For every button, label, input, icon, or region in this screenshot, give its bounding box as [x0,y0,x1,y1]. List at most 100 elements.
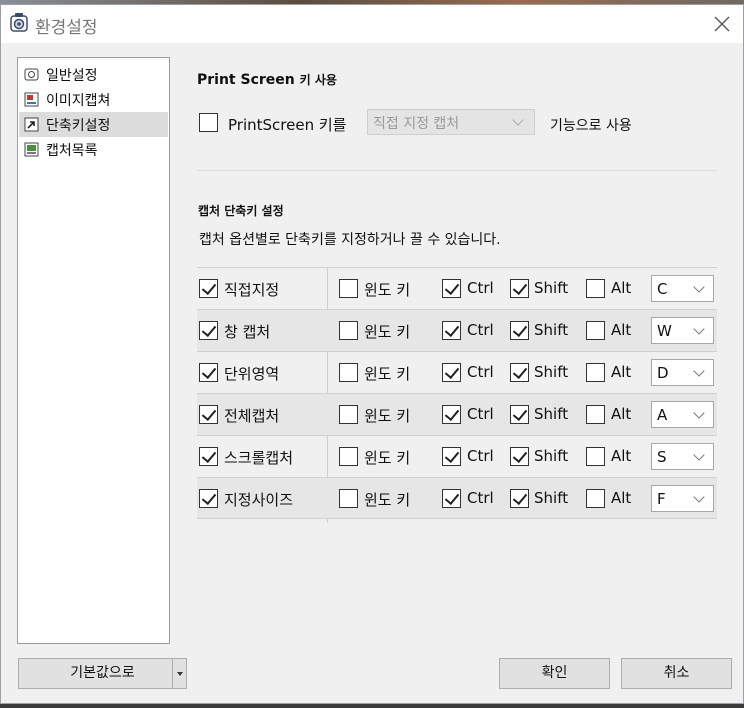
shortcut-icon [24,117,39,132]
shift-checkbox[interactable] [510,405,529,424]
alt-label: Alt [611,405,632,423]
shortcut-row: 스크롤캡처 윈도 키 Ctrl Shift Alt S [197,435,717,477]
chevron-down-icon [693,407,705,419]
win-key-label: 윈도 키 [364,281,411,299]
title-bar: 환경설정 [1,5,743,43]
cancel-button[interactable]: 취소 [621,658,732,689]
alt-label: Alt [611,489,632,507]
win-key-checkbox[interactable] [339,279,358,298]
settings-nav: 일반설정 이미지캡쳐 단축키설정 캡처목록 [17,57,170,644]
general-settings-icon [24,68,39,81]
shortcut-key-select[interactable]: W [651,317,714,344]
app-camera-icon [10,13,28,32]
ctrl-label: Ctrl [467,447,494,465]
win-key-checkbox[interactable] [339,489,358,508]
shortcut-enable-checkbox[interactable] [199,363,218,382]
shortcut-row: 직접지정 윈도 키 Ctrl Shift Alt C [197,267,717,309]
shortcut-enable-checkbox[interactable] [199,405,218,424]
chevron-down-icon [693,281,705,293]
close-icon [714,16,730,32]
alt-checkbox[interactable] [586,279,605,298]
shift-checkbox[interactable] [510,279,529,298]
alt-checkbox[interactable] [586,321,605,340]
shortcut-name: 직접지정 [224,281,280,299]
defaults-dropdown-arrow[interactable] [172,659,186,688]
chevron-down-icon [512,114,524,126]
shortcut-enable-checkbox[interactable] [199,279,218,298]
alt-checkbox[interactable] [586,447,605,466]
alt-label: Alt [611,363,632,381]
window-title: 환경설정 [35,18,98,38]
alt-label: Alt [611,447,632,465]
ctrl-checkbox[interactable] [442,447,461,466]
shortcut-key-value: C [657,280,668,298]
nav-item-general[interactable]: 일반설정 [19,62,168,87]
alt-label: Alt [611,321,632,339]
alt-checkbox[interactable] [586,489,605,508]
ctrl-checkbox[interactable] [442,321,461,340]
printscreen-suffix-label: 기능으로 사용 [550,118,632,134]
win-key-checkbox[interactable] [339,363,358,382]
ctrl-checkbox[interactable] [442,489,461,508]
defaults-split-button[interactable]: 기본값으로 [18,658,187,689]
shortcut-enable-checkbox[interactable] [199,447,218,466]
win-key-label: 윈도 키 [364,323,411,341]
nav-label: 일반설정 [46,68,98,84]
shortcut-name: 창 캡처 [224,323,271,341]
ctrl-checkbox[interactable] [442,363,461,382]
nav-label: 단축키설정 [46,118,111,134]
ctrl-checkbox[interactable] [442,279,461,298]
shortcut-name: 전체캡처 [224,407,280,425]
ctrl-label: Ctrl [467,405,494,423]
printscreen-checkbox-label: PrintScreen 키를 [228,116,347,134]
close-button[interactable] [709,11,735,37]
shift-checkbox[interactable] [510,363,529,382]
shortcut-key-select[interactable]: F [651,485,714,512]
printscreen-function-select: 직접 지정 캡처 [367,109,535,135]
shortcut-key-select[interactable]: C [651,275,714,302]
shift-checkbox[interactable] [510,489,529,508]
chevron-down-icon [693,491,705,503]
defaults-button-label: 기본값으로 [70,665,135,681]
shortcut-enable-checkbox[interactable] [199,321,218,340]
nav-label: 이미지캡쳐 [46,93,111,109]
shortcut-section-title: 캡처 단축키 설정 [198,204,284,218]
alt-checkbox[interactable] [586,405,605,424]
shortcut-name: 지정사이즈 [224,491,294,509]
shortcut-row: 창 캡처 윈도 키 Ctrl Shift Alt W [197,309,717,351]
ok-button[interactable]: 확인 [499,658,610,689]
ctrl-label: Ctrl [467,279,494,297]
win-key-checkbox[interactable] [339,447,358,466]
ctrl-label: Ctrl [467,321,494,339]
printscreen-checkbox[interactable] [199,113,218,132]
shift-checkbox[interactable] [510,447,529,466]
ctrl-label: Ctrl [467,363,494,381]
capture-list-icon [24,142,39,157]
printscreen-function-value: 직접 지정 캡처 [373,116,460,132]
settings-dialog: 환경설정 일반설정 이미지캡쳐 단축키설정 캡처목록 Print Screen … [0,4,744,704]
chevron-down-icon [693,323,705,335]
alt-checkbox[interactable] [586,363,605,382]
chevron-down-icon [693,365,705,377]
shortcut-key-select[interactable]: S [651,443,714,470]
printscreen-title-suffix: 키 사용 [299,73,337,87]
nav-label: 캡처목록 [46,143,98,159]
shortcut-description: 캡처 옵션별로 단축키를 지정하거나 끌 수 있습니다. [199,232,501,248]
win-key-checkbox[interactable] [339,321,358,340]
printscreen-section-title: Print Screen 키 사용 [197,71,337,88]
shortcut-key-value: F [657,490,666,508]
shift-label: Shift [534,321,569,339]
shortcut-key-select[interactable]: D [651,359,714,386]
win-key-checkbox[interactable] [339,405,358,424]
shortcut-key-select[interactable]: A [651,401,714,428]
shift-label: Shift [534,405,569,423]
nav-item-shortcuts[interactable]: 단축키설정 [19,112,168,137]
shift-label: Shift [534,489,569,507]
shortcut-key-value: D [657,364,669,382]
chevron-down-icon [693,449,705,461]
ctrl-checkbox[interactable] [442,405,461,424]
nav-item-image-capture[interactable]: 이미지캡쳐 [19,87,168,112]
shift-checkbox[interactable] [510,321,529,340]
nav-item-capture-list[interactable]: 캡처목록 [19,137,168,162]
shortcut-enable-checkbox[interactable] [199,489,218,508]
